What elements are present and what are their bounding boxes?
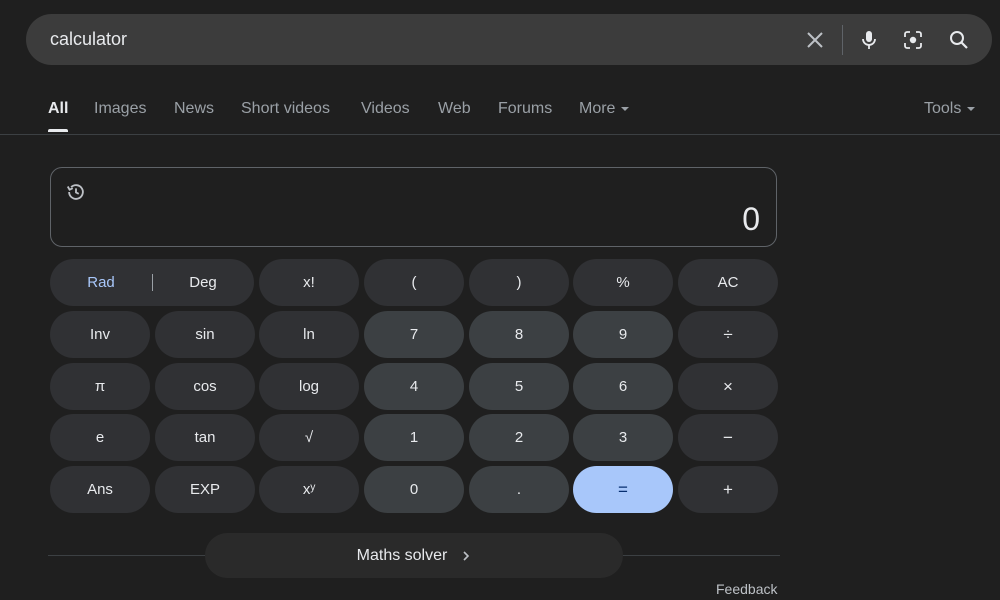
tools-label: Tools — [924, 100, 962, 117]
rad-deg-toggle[interactable]: Rad Deg — [50, 259, 254, 306]
tab-all[interactable]: All — [48, 100, 68, 118]
cos-button[interactable]: cos — [155, 363, 255, 410]
maths-solver-button[interactable]: Maths solver — [205, 533, 623, 578]
decimal-point-button[interactable]: . — [469, 466, 569, 513]
all-clear-button[interactable]: AC — [678, 259, 778, 306]
display-value: 0 — [742, 201, 760, 237]
active-tab-indicator — [48, 129, 68, 132]
digit-5-button[interactable]: 5 — [469, 363, 569, 410]
tools-button[interactable]: Tools — [924, 100, 976, 118]
digit-6-button[interactable]: 6 — [573, 363, 673, 410]
clear-icon[interactable] — [802, 27, 828, 53]
chevron-down-icon — [967, 106, 976, 111]
sin-button[interactable]: sin — [155, 311, 255, 358]
digit-4-button[interactable]: 4 — [364, 363, 464, 410]
pi-button[interactable]: π — [50, 363, 150, 410]
right-paren-button[interactable]: ) — [469, 259, 569, 306]
history-icon[interactable] — [65, 181, 87, 203]
left-paren-button[interactable]: ( — [364, 259, 464, 306]
chevron-right-icon — [463, 550, 470, 561]
equals-button[interactable]: = — [573, 466, 673, 513]
lens-camera-icon[interactable] — [900, 27, 926, 53]
digit-8-button[interactable]: 8 — [469, 311, 569, 358]
square-root-button[interactable]: √ — [259, 414, 359, 461]
tab-more-label: More — [579, 100, 616, 117]
log-button[interactable]: log — [259, 363, 359, 410]
tab-short-videos[interactable]: Short videos — [241, 100, 330, 118]
tan-button[interactable]: tan — [155, 414, 255, 461]
answer-button[interactable]: Ans — [50, 466, 150, 513]
add-button[interactable]: + — [678, 466, 778, 513]
microphone-icon[interactable] — [856, 27, 882, 53]
exp-button[interactable]: EXP — [155, 466, 255, 513]
factorial-button[interactable]: x! — [259, 259, 359, 306]
rad-button[interactable]: Rad — [50, 259, 152, 306]
digit-3-button[interactable]: 3 — [573, 414, 673, 461]
search-divider — [842, 25, 843, 55]
digit-2-button[interactable]: 2 — [469, 414, 569, 461]
inverse-button[interactable]: Inv — [50, 311, 150, 358]
power-button[interactable]: xʸ — [259, 466, 359, 513]
tab-images[interactable]: Images — [94, 100, 146, 118]
search-icon[interactable] — [946, 27, 972, 53]
divide-button[interactable]: ÷ — [678, 311, 778, 358]
maths-solver-label: Maths solver — [356, 546, 448, 564]
ln-button[interactable]: ln — [259, 311, 359, 358]
search-tabs: All Images News Short videos Videos Web … — [0, 88, 1000, 135]
tab-more[interactable]: More — [579, 100, 630, 118]
digit-7-button[interactable]: 7 — [364, 311, 464, 358]
tab-news[interactable]: News — [174, 100, 214, 118]
calculator-display: 0 — [50, 167, 777, 247]
digit-9-button[interactable]: 9 — [573, 311, 673, 358]
deg-button[interactable]: Deg — [152, 259, 254, 306]
tab-web[interactable]: Web — [438, 100, 471, 118]
digit-0-button[interactable]: 0 — [364, 466, 464, 513]
search-input[interactable]: calculator — [50, 14, 127, 65]
search-bar[interactable]: calculator — [26, 14, 992, 65]
digit-1-button[interactable]: 1 — [364, 414, 464, 461]
tab-videos[interactable]: Videos — [361, 100, 410, 118]
percent-button[interactable]: % — [573, 259, 673, 306]
tab-forums[interactable]: Forums — [498, 100, 552, 118]
subtract-button[interactable]: − — [678, 414, 778, 461]
multiply-button[interactable]: × — [678, 363, 778, 410]
euler-e-button[interactable]: e — [50, 414, 150, 461]
chevron-down-icon — [621, 106, 630, 111]
feedback-link[interactable]: Feedback — [716, 581, 777, 597]
